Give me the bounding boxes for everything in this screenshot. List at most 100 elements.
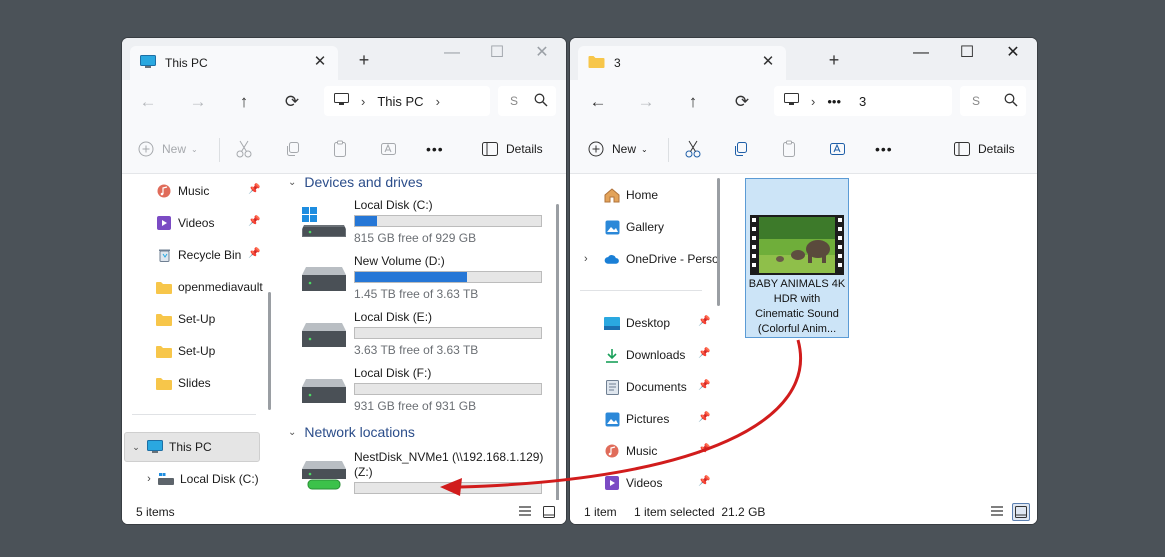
home-icon [604,187,620,203]
drive-item[interactable]: Local Disk (E:) 3.63 TB free of 3.63 TB [302,309,562,365]
group-header-devices[interactable]: ⌄ Devices and drives [288,174,423,190]
up-arrow-icon[interactable]: ↑ [232,90,256,114]
downloads-icon [604,347,620,363]
new-tab-icon[interactable]: + [824,50,844,70]
pin-icon[interactable]: 📌 [248,248,260,260]
paste-icon[interactable] [781,138,797,160]
address-bar[interactable]: › ••• 3 [774,86,952,116]
minimize-icon[interactable]: — [909,42,933,66]
new-tab-icon[interactable]: + [354,50,374,70]
windows-drive-icon [158,471,174,487]
new-button[interactable]: New ⌄ [588,138,648,160]
scrollbar-thumb[interactable] [268,292,271,410]
breadcrumb-this-pc[interactable]: This PC [377,94,423,109]
pin-icon[interactable]: 📌 [248,184,260,196]
nav-item-slides[interactable]: Slides [156,368,266,398]
refresh-icon[interactable]: ⟳ [280,90,304,114]
recycle-bin-icon [156,247,172,263]
maximize-icon[interactable]: ☐ [485,42,509,66]
details-label: Details [506,142,543,156]
copy-icon[interactable] [285,138,301,160]
new-button[interactable]: New ⌄ [138,138,198,160]
scrollbar-thumb[interactable] [717,178,720,306]
back-arrow-icon[interactable]: ← [586,90,610,114]
pin-icon[interactable]: 📌 [248,216,260,228]
pin-icon[interactable]: 📌 [698,476,710,488]
details-view-icon[interactable] [990,505,1006,521]
nav-item-set-up[interactable]: Set-Up [156,304,266,334]
paste-icon[interactable] [332,138,348,160]
network-drive-name: NestDisk_NVMe1 (\\192.168.1.129) [354,450,544,464]
network-drive-item[interactable]: NestDisk_NVMe1 (\\192.168.1.129) (Z:) [302,449,562,497]
group-header-network[interactable]: ⌄ Network locations [288,424,415,440]
details-button[interactable]: Details [482,138,543,160]
pin-icon[interactable]: 📌 [698,316,710,328]
search-box[interactable]: S [498,86,556,116]
up-arrow-icon[interactable]: ↑ [681,90,705,114]
nav-item-label: Set-Up [178,312,216,326]
nav-item-gallery[interactable]: Gallery [604,212,720,242]
nav-item-label: Videos [626,476,663,490]
nav-item-label: Gallery [626,220,665,234]
command-bar: New ⌄ ••• Details [122,124,566,174]
tiles-view-icon[interactable] [542,505,558,521]
status-bar: 1 item 1 item selected 21.2 GB [570,500,1037,524]
tiles-view-icon[interactable] [1012,503,1030,521]
forward-arrow-icon[interactable]: → [634,90,658,114]
drive-name: Local Disk (F:) [354,366,432,380]
pin-icon[interactable]: 📌 [698,380,710,392]
minimize-icon[interactable]: — [440,42,464,66]
divider [580,290,702,291]
search-box[interactable]: S [960,86,1026,116]
forward-arrow-icon[interactable]: → [186,90,210,114]
details-view-icon[interactable] [518,505,534,521]
nav-item-label: Set-Up [178,344,216,358]
back-arrow-icon[interactable]: ← [136,90,160,114]
more-options-icon[interactable]: ••• [875,138,893,160]
pin-icon[interactable]: 📌 [698,348,710,360]
close-icon[interactable]: ✕ [1001,42,1025,66]
tab-close-icon[interactable]: ✕ [312,54,328,70]
nav-item-openmediavault[interactable]: openmediavault [156,272,272,302]
scrollbar-thumb[interactable] [556,204,559,500]
file-tile-selected[interactable]: BABY ANIMALS 4K HDR with Cinematic Sound… [745,178,849,338]
chevron-right-icon[interactable]: › [436,94,440,109]
cut-icon[interactable] [685,138,701,160]
navigation-pane: Music 📌 Videos 📌 Recycle Bin 📌 openmedia… [122,174,272,500]
nav-item-home[interactable]: Home [604,180,720,210]
chevron-right-icon[interactable]: › [140,473,158,485]
close-icon[interactable]: ✕ [530,42,554,66]
file-name: BABY ANIMALS 4K HDR with Cinematic Sound… [748,278,846,335]
chevron-down-icon[interactable]: ⌄ [125,442,147,453]
more-options-icon[interactable]: ••• [426,138,444,160]
rename-icon[interactable] [829,138,847,160]
refresh-icon[interactable]: ⟳ [730,90,754,114]
search-icon [1004,93,1018,107]
drive-item[interactable]: New Volume (D:) 1.45 TB free of 3.63 TB [302,253,562,309]
title-bar: This PC ✕ + — ☐ ✕ [122,38,566,80]
details-pane-icon [954,142,970,156]
breadcrumb-ellipsis[interactable]: ••• [827,94,841,109]
details-button[interactable]: Details [954,138,1015,160]
nav-item-set-up[interactable]: Set-Up [156,336,266,366]
tab-close-icon[interactable]: ✕ [760,54,776,70]
cut-icon[interactable] [236,138,252,160]
rename-icon[interactable] [380,138,398,160]
nav-item-local-disk-c[interactable]: › Local Disk (C:) [140,464,270,494]
tab-this-pc[interactable]: This PC ✕ [130,46,338,80]
drive-item[interactable]: Local Disk (C:) 815 GB free of 929 GB [302,197,562,253]
chevron-right-icon[interactable]: › [584,253,604,265]
nav-item-label: Local Disk (C:) [180,472,259,486]
breadcrumb-folder[interactable]: 3 [859,94,866,109]
pin-icon[interactable]: 📌 [698,412,710,424]
drive-name: Local Disk (C:) [354,198,433,212]
nav-item-onedrive[interactable]: › OneDrive - Perso [584,244,724,274]
address-bar[interactable]: › This PC › [324,86,490,116]
drive-name: Local Disk (E:) [354,310,433,324]
nav-item-this-pc[interactable]: ⌄ This PC [124,432,260,462]
tab-folder[interactable]: 3 ✕ [578,46,786,80]
maximize-icon[interactable]: ☐ [955,42,979,66]
copy-icon[interactable] [733,138,749,160]
drive-item[interactable]: Local Disk (F:) 931 GB free of 931 GB [302,365,562,421]
pin-icon[interactable]: 📌 [698,444,710,456]
